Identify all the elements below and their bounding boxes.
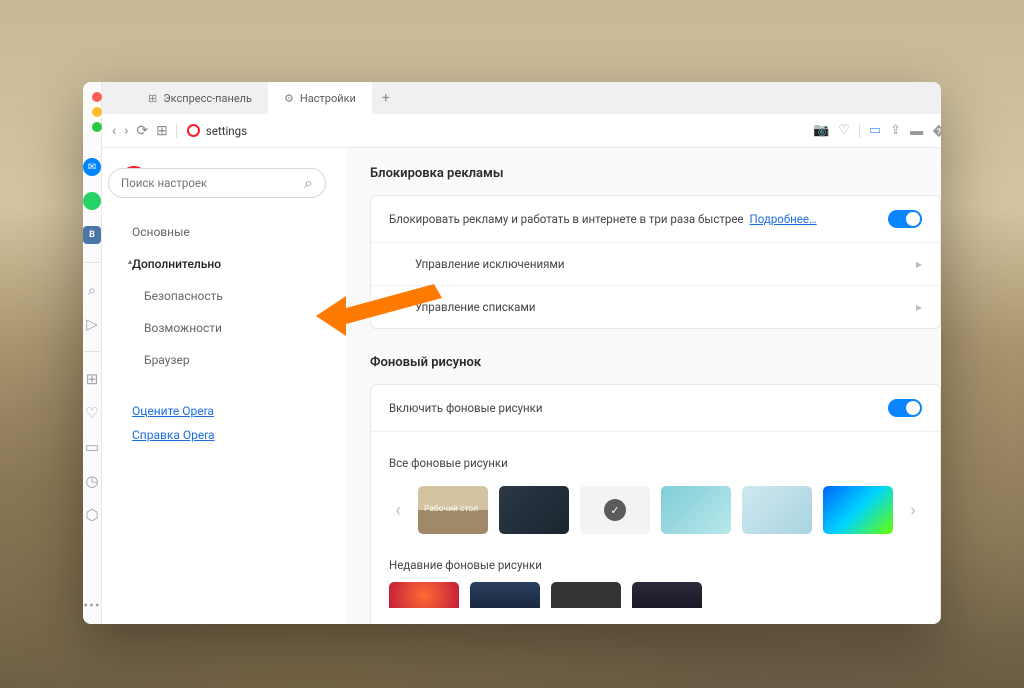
messenger-icon[interactable]: ✉ <box>83 158 101 176</box>
cube-icon[interactable]: ⬡ <box>83 506 101 524</box>
heart-icon[interactable]: ♡ <box>83 404 101 422</box>
maximize-traffic-light[interactable] <box>92 122 102 132</box>
divider <box>176 124 177 138</box>
close-traffic-light[interactable] <box>92 92 102 102</box>
sidebar-item-security[interactable]: Безопасность <box>120 280 346 312</box>
tab-label: Экспресс-панель <box>163 92 252 105</box>
wallpaper-prev[interactable]: ‹ <box>389 500 407 521</box>
more-icon[interactable]: ••• <box>83 598 100 614</box>
wallpaper-thumbs: ‹ Рабочий стол › <box>389 480 922 548</box>
history-icon[interactable]: ◷ <box>83 472 101 490</box>
wallpaper-card: Включить фоновые рисунки Все фоновые рис… <box>370 384 941 624</box>
wallpaper-thumb[interactable] <box>823 486 893 534</box>
thumb-label: Рабочий стол <box>424 505 478 514</box>
wallpaper-thumb[interactable] <box>742 486 812 534</box>
adblock-toggle-row: Блокировать рекламу и работать в интерне… <box>371 196 940 242</box>
tab-bar: ⊞ Экспресс-панель ⚙ Настройки + ≡ <box>102 82 941 114</box>
sidebar-links: Оцените Opera Справка Opera <box>120 404 346 442</box>
tab-settings[interactable]: ⚙ Настройки <box>268 82 372 114</box>
gear-icon: ⚙ <box>284 92 294 105</box>
send-icon[interactable]: ▷ <box>83 315 101 333</box>
adblock-exceptions-row[interactable]: Управление исключениями ▸ <box>371 242 940 285</box>
row-label: Управление исключениями <box>415 257 565 271</box>
reload-button[interactable]: ⟳ <box>136 123 148 139</box>
opera-icon <box>187 124 200 137</box>
divider <box>84 262 100 263</box>
help-opera-link[interactable]: Справка Opera <box>132 428 346 442</box>
speed-dial-button[interactable]: ⊞ <box>156 123 168 139</box>
workspaces-icon[interactable]: ⊞ <box>83 370 101 388</box>
adblock-toggle[interactable] <box>888 210 922 228</box>
nav-buttons: ‹ › ⟳ ⊞ <box>112 123 177 139</box>
url-text: settings <box>206 124 247 138</box>
settings-nav: Основные Дополнительно Безопасность Возм… <box>120 216 346 376</box>
tab-speed-dial[interactable]: ⊞ Экспресс-панель <box>132 82 268 114</box>
wallpaper-enable-label: Включить фоновые рисунки <box>389 401 543 415</box>
sidebar-item-advanced[interactable]: Дополнительно <box>120 248 346 280</box>
wallpaper-thumb[interactable] <box>661 486 731 534</box>
chevron-right-icon: ▸ <box>916 257 922 271</box>
news-icon[interactable]: ▭ <box>83 438 101 456</box>
adblock-card: Блокировать рекламу и работать в интерне… <box>370 195 941 329</box>
settings-content: Блокировка рекламы Блокировать рекламу и… <box>346 148 941 624</box>
adblock-desc: Блокировать рекламу и работать в интерне… <box>389 212 744 226</box>
share-icon[interactable]: ⇪ <box>890 123 901 138</box>
content-area: Настройки ⌕ Основные Дополнительно Безоп… <box>102 148 941 624</box>
divider <box>84 351 100 352</box>
recent-thumb[interactable] <box>632 582 702 608</box>
search-icon: ⌕ <box>304 173 313 193</box>
forward-button[interactable]: › <box>124 123 128 139</box>
rate-opera-link[interactable]: Оцените Opera <box>132 404 346 418</box>
wallpaper-gallery: Все фоновые рисунки ‹ Рабочий стол › Нед… <box>371 431 940 624</box>
main-area: ⊞ Экспресс-панель ⚙ Настройки + ≡ ‹ › ⟳ … <box>102 82 941 624</box>
sidebar-item-basic[interactable]: Основные <box>120 216 346 248</box>
search-icon[interactable]: ⌕ <box>83 281 101 299</box>
new-tab-button[interactable]: + <box>372 90 400 106</box>
minimize-traffic-light[interactable] <box>92 107 102 117</box>
adblock-lists-row[interactable]: Управление списками ▸ <box>371 285 940 328</box>
divider <box>859 124 860 138</box>
adblock-more-link[interactable]: Подробнее… <box>750 212 817 226</box>
back-button[interactable]: ‹ <box>112 123 116 139</box>
recent-thumb[interactable] <box>389 582 459 608</box>
address-field[interactable]: settings <box>187 124 247 138</box>
sync-icon[interactable]: ▭ <box>869 123 881 138</box>
heart-icon[interactable]: ♡ <box>838 123 850 138</box>
whatsapp-icon[interactable] <box>83 192 101 210</box>
wallpaper-toggle-row: Включить фоновые рисунки <box>371 385 940 431</box>
wallpaper-thumb-selected[interactable] <box>580 486 650 534</box>
sidebar-rail: ✉ B ⌕ ▷ ⊞ ♡ ▭ ◷ ⬡ ••• <box>83 82 102 624</box>
wallpaper-toggle[interactable] <box>888 399 922 417</box>
sidebar-item-features[interactable]: Возможности <box>120 312 346 344</box>
vk-icon[interactable]: B <box>83 226 101 244</box>
all-wallpapers-label: Все фоновые рисунки <box>389 456 508 470</box>
camera-icon[interactable]: 📷 <box>813 123 829 138</box>
recent-thumb[interactable] <box>551 582 621 608</box>
row-label: Управление списками <box>415 300 536 314</box>
wallpaper-next[interactable]: › <box>904 500 922 521</box>
wallpaper-desktop[interactable]: Рабочий стол <box>418 486 488 534</box>
section-adblock-title: Блокировка рекламы <box>370 166 941 181</box>
address-bar: ‹ › ⟳ ⊞ settings 📷 ♡ ▭ ⇪ ▬ �≡ <box>102 114 941 148</box>
recent-thumb[interactable] <box>470 582 540 608</box>
grid-icon: ⊞ <box>148 92 157 105</box>
recent-wallpapers-label: Недавние фоновые рисунки <box>389 558 542 572</box>
settings-sliders-icon[interactable]: �≡ <box>932 123 941 139</box>
section-wallpaper-title: Фоновый рисунок <box>370 355 941 370</box>
recent-thumbs <box>389 582 702 616</box>
battery-icon[interactable]: ▬ <box>910 123 923 139</box>
search-field[interactable] <box>121 176 304 190</box>
chevron-right-icon: ▸ <box>916 300 922 314</box>
search-input[interactable]: ⌕ <box>108 168 326 198</box>
browser-window: ✉ B ⌕ ▷ ⊞ ♡ ▭ ◷ ⬡ ••• ⊞ Экспресс-панель … <box>83 82 941 624</box>
settings-sidebar: Настройки ⌕ Основные Дополнительно Безоп… <box>102 148 346 624</box>
address-actions: 📷 ♡ ▭ ⇪ ▬ �≡ <box>813 123 941 139</box>
wallpaper-thumb[interactable] <box>499 486 569 534</box>
sidebar-item-browser[interactable]: Браузер <box>120 344 346 376</box>
tab-label: Настройки <box>300 92 356 105</box>
